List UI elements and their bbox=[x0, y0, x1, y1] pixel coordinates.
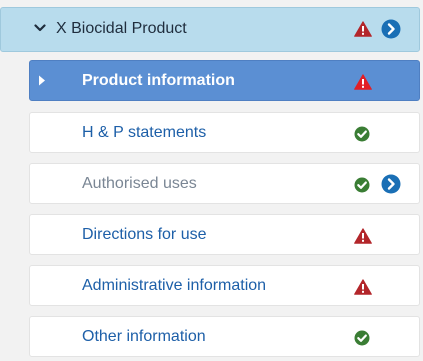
chevron-down-icon[interactable] bbox=[34, 22, 46, 34]
check-circle-icon bbox=[354, 177, 370, 193]
warning-triangle-icon bbox=[354, 21, 372, 37]
tree-item-directions-for-use[interactable]: Directions for use bbox=[29, 214, 420, 255]
check-circle-icon bbox=[354, 330, 370, 346]
tree-item-other-information[interactable]: Other information bbox=[29, 316, 420, 357]
circle-arrow-right-icon[interactable] bbox=[381, 174, 401, 194]
tree-item-label: Administrative information bbox=[82, 277, 267, 294]
tree-item-administrative-information[interactable]: Administrative information bbox=[29, 265, 420, 306]
warning-triangle-icon bbox=[354, 279, 372, 295]
caret-right-icon bbox=[38, 75, 46, 86]
tree-item-label: H & P statements bbox=[82, 124, 207, 141]
warning-triangle-icon bbox=[354, 228, 372, 244]
tree-item-product-information[interactable]: Product information bbox=[29, 60, 420, 101]
tree-item-hp-statements[interactable]: H & P statements bbox=[29, 112, 420, 153]
check-circle-icon bbox=[354, 126, 370, 142]
tree-item-authorised-uses[interactable]: Authorised uses bbox=[29, 163, 420, 204]
tree-item-label: Other information bbox=[82, 328, 206, 345]
tree-item-label: Product information bbox=[82, 72, 235, 89]
product-tree-root[interactable]: X Biocidal Product bbox=[0, 7, 420, 52]
product-title: X Biocidal Product bbox=[56, 20, 187, 37]
tree-item-label: Directions for use bbox=[82, 226, 207, 243]
tree-item-label: Authorised uses bbox=[82, 175, 197, 192]
warning-triangle-icon bbox=[354, 74, 372, 90]
circle-arrow-right-icon[interactable] bbox=[381, 19, 401, 39]
